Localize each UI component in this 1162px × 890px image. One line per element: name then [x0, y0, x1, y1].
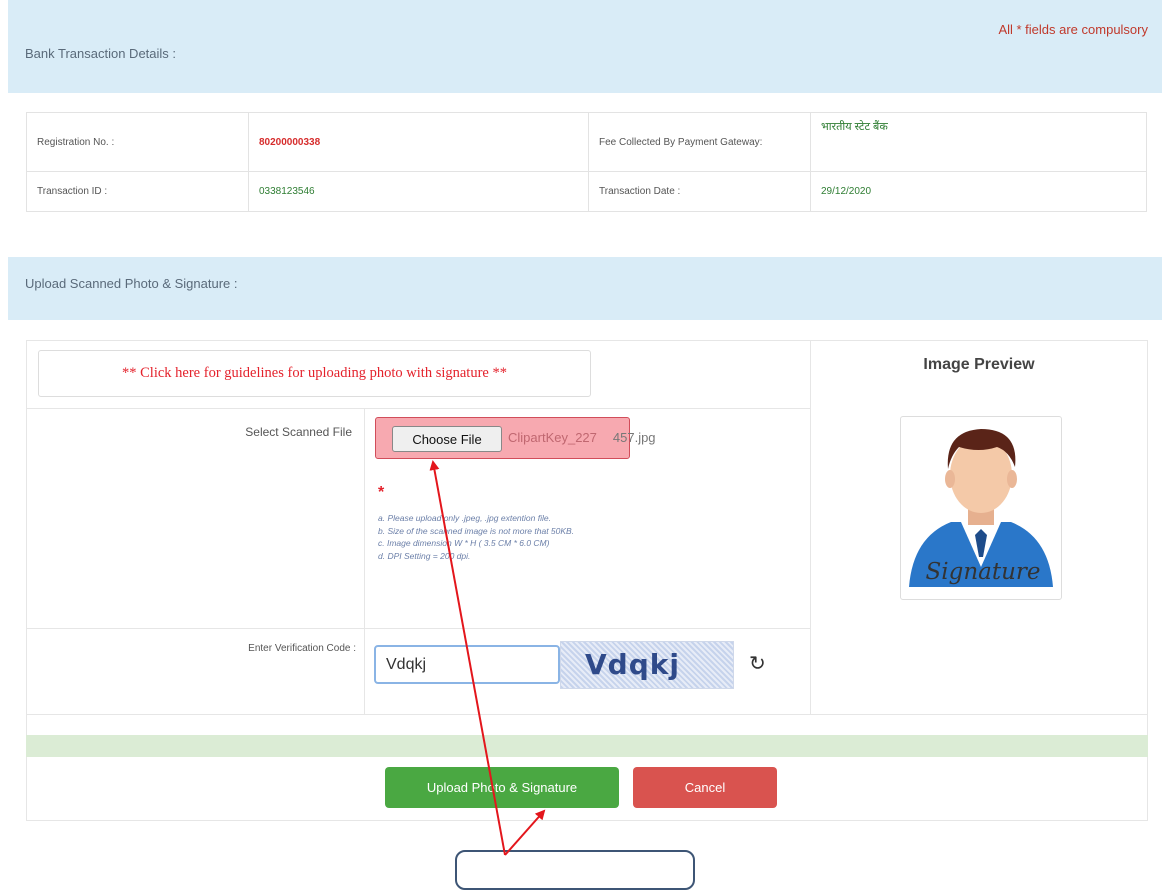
transaction-id-value: 0338123546 — [248, 171, 589, 212]
signature-text: Signature — [925, 559, 1040, 585]
file-name-covered: ClipartKey_227 — [508, 430, 597, 445]
upload-section-title: Upload Scanned Photo & Signature : — [25, 276, 238, 291]
registration-label: Registration No. : — [26, 112, 249, 172]
panel-divider — [26, 628, 811, 629]
guidelines-link[interactable]: ** Click here for guidelines for uploadi… — [38, 350, 591, 397]
upload-notes: a. Please upload only .jpeg, .jpg extent… — [378, 512, 574, 562]
verification-code-label: Enter Verification Code : — [248, 643, 356, 654]
image-preview-title: Image Preview — [923, 356, 1035, 373]
selected-file-name: ClipartKey_227 457.jpg — [508, 430, 656, 445]
transaction-details-table: Registration No. : 80200000338 Fee Colle… — [26, 112, 1147, 212]
verification-code-input[interactable] — [374, 645, 560, 684]
select-file-label: Select Scanned File — [245, 425, 352, 439]
file-name-visible: 457.jpg — [612, 430, 656, 445]
transaction-date-label: Transaction Date : — [588, 171, 811, 212]
upload-photo-signature-button[interactable]: Upload Photo & Signature — [385, 767, 619, 808]
panel-divider — [364, 408, 365, 715]
required-marker: * — [378, 484, 385, 501]
captcha-image: Vdqkj — [560, 641, 734, 689]
refresh-icon[interactable]: ↻ — [749, 651, 766, 676]
bank-transaction-header: Bank Transaction Details : — [8, 0, 1162, 93]
status-bar — [26, 735, 1148, 757]
fee-collected-label: Fee Collected By Payment Gateway: — [588, 112, 811, 172]
bank-transaction-title: Bank Transaction Details : — [25, 46, 177, 61]
note-item: a. Please upload only .jpeg, .jpg extent… — [378, 513, 551, 523]
choose-file-button[interactable]: Choose File — [392, 426, 502, 452]
transaction-date-value: 29/12/2020 — [810, 171, 1147, 212]
photo-preview: Signature — [900, 416, 1062, 600]
annotation-callout — [455, 850, 695, 890]
person-avatar-icon: Signature — [909, 429, 1053, 587]
captcha-text: Vdqkj — [585, 648, 680, 681]
panel-divider — [810, 340, 811, 715]
upload-section-header: Upload Scanned Photo & Signature : — [8, 257, 1162, 320]
note-item: b. Size of the scanned image is not more… — [378, 525, 575, 536]
note-item: c. Image dimension W * H ( 3.5 CM * 6.0 … — [378, 538, 550, 548]
cancel-button[interactable]: Cancel — [633, 767, 777, 808]
transaction-id-label: Transaction ID : — [26, 171, 249, 212]
compulsory-note: All * fields are compulsory — [998, 22, 1148, 37]
note-item: d. DPI Setting = 200 dpi. — [378, 550, 471, 561]
fee-collected-value: भारतीय स्टेट बैंक — [810, 112, 1147, 172]
registration-value: 80200000338 — [248, 112, 589, 172]
table-row: Transaction ID : 0338123546 Transaction … — [26, 171, 1147, 212]
panel-divider — [26, 408, 811, 409]
panel-divider — [26, 714, 1148, 715]
table-row: Registration No. : 80200000338 Fee Colle… — [26, 112, 1147, 172]
